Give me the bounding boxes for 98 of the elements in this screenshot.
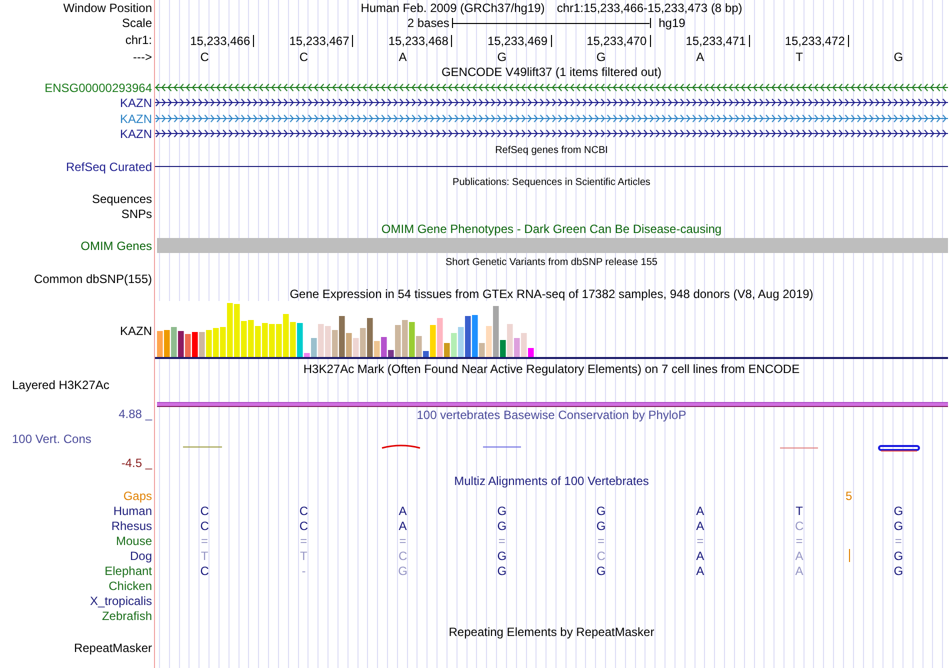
base-letter: G [596, 504, 606, 518]
base-letter: C [200, 50, 209, 64]
base-letter: T [300, 548, 308, 562]
track-label: ENSG00000293964 [44, 80, 152, 94]
track-title: RefSeq genes from NCBI [495, 145, 608, 156]
base-letter: A [398, 504, 407, 518]
base-letter: = [201, 534, 208, 548]
base-letter: - [302, 564, 306, 578]
base-letter: A [696, 564, 704, 578]
base-letter: G [596, 518, 606, 532]
track-label: X_tropicalis [90, 594, 152, 608]
scale-text: 2 bases [407, 16, 450, 30]
base-letter: = [598, 534, 605, 548]
track-label: SNPs [121, 206, 152, 220]
base-letter: C [398, 548, 408, 562]
coordinate-label: 15,233,467 [289, 35, 354, 47]
base-letter: = [399, 534, 406, 548]
track-title: 100 vertebrates Basewise Conservation by PhyloP [416, 408, 688, 422]
coordinate-label: 15,233,468 [388, 35, 452, 47]
track-label: Mouse [116, 534, 152, 548]
track-label: Sequences [92, 192, 152, 206]
base-letter: G [497, 564, 507, 578]
base-letter: G [497, 50, 507, 64]
assembly-title: Human Feb. 2009 (GRCh37/hg19) [360, 0, 545, 14]
base-letter: = [796, 534, 803, 548]
coordinate-label: 15,233,466 [190, 35, 254, 47]
base-letter: G [894, 564, 904, 578]
base-letter: C [299, 504, 308, 518]
track-label: Gaps [123, 489, 152, 503]
base-letter: A [696, 548, 704, 562]
position-text: chr1:15,233,466-15,233,473 (8 bp) [556, 0, 742, 14]
coordinate-label: 15,233,472 [784, 35, 849, 47]
track-title: Multiz Alignments of 100 Vertebrates [454, 474, 649, 488]
track-label: KAZN [120, 96, 152, 110]
track-label: Layered H3K27Ac [12, 378, 110, 392]
row-label: Scale [122, 16, 152, 30]
track-label: KAZN [120, 324, 152, 338]
base-letter: G [894, 50, 904, 64]
base-letter: G [398, 564, 408, 578]
coordinate-label: 15,233,470 [586, 35, 651, 47]
track-label: OMIM Genes [80, 238, 152, 252]
track-title: Publications: Sequences in Scientific Articles [452, 177, 650, 188]
coordinate-label: 15,233,469 [487, 35, 552, 47]
track-title: H3K27Ac Mark (Often Found Near Active Regulatory Elements) on 7 cell lines from ENCODE [303, 362, 800, 376]
gap-count: 5 [846, 489, 852, 503]
track-label: Zebrafish [102, 608, 152, 622]
track-label: Rhesus [111, 518, 152, 532]
base-letter: A [696, 504, 704, 518]
base-letter: T [796, 504, 803, 518]
coordinate-label: 15,233,471 [686, 35, 750, 47]
assembly-label: hg19 [658, 16, 686, 30]
base-letter: C [794, 518, 804, 532]
base-letter: G [894, 518, 904, 532]
base-letter: A [795, 564, 804, 578]
base-letter: G [497, 504, 507, 518]
base-letter: A [398, 50, 407, 64]
base-letter: = [894, 534, 902, 548]
base-letter: G [894, 548, 904, 562]
base-letter: A [696, 518, 704, 532]
base-letter: T [796, 50, 803, 64]
row-label: chr1: [125, 33, 152, 47]
base-letter: C [596, 548, 606, 562]
track-label: RepeatMasker [74, 640, 152, 654]
track-label: Dog [130, 548, 152, 562]
track-label: KAZN [120, 127, 152, 141]
row-label: ---> [133, 50, 152, 64]
axis-max-label: 4.88 _ [118, 407, 152, 421]
track-label: Common dbSNP(155) [34, 272, 152, 286]
track-label: 100 Vert. Cons [11, 432, 92, 446]
row-label: Window Position [63, 0, 152, 14]
track-label: Chicken [108, 578, 152, 592]
base-letter: = [300, 534, 308, 548]
track-title: Gene Expression in 54 tissues from GTEx RNA-seq of 17382 samples, 948 donors (V8, Aug 2019) [290, 286, 814, 300]
track-title: Repeating Elements by RepeatMasker [448, 624, 654, 638]
axis-min-label: -4.5 _ [120, 456, 152, 470]
base-letter: G [894, 504, 904, 518]
track-title: Short Genetic Variants from dbSNP release 155 [446, 257, 658, 268]
base-letter: C [200, 518, 209, 532]
base-letter: C [200, 504, 209, 518]
base-letter: T [200, 548, 208, 562]
track-label: Human [113, 504, 152, 518]
track-label: KAZN [120, 112, 152, 126]
base-letter: A [398, 518, 407, 532]
base-letter: A [696, 50, 704, 64]
base-letter: = [498, 534, 506, 548]
track-title: GENCODE V49lift37 (1 items filtered out) [441, 65, 662, 79]
base-letter: G [497, 518, 507, 532]
base-letter: C [299, 50, 308, 64]
track-label: Elephant [104, 564, 152, 578]
base-letter: G [596, 564, 606, 578]
track-title: OMIM Gene Phenotypes - Dark Green Can Be Disease-causing [381, 222, 722, 236]
base-letter: C [299, 518, 308, 532]
base-letter: = [696, 534, 704, 548]
base-letter: G [596, 50, 606, 64]
track-label: RefSeq Curated [66, 160, 152, 174]
base-letter: G [497, 548, 507, 562]
base-letter: C [200, 564, 209, 578]
base-letter: A [795, 548, 804, 562]
